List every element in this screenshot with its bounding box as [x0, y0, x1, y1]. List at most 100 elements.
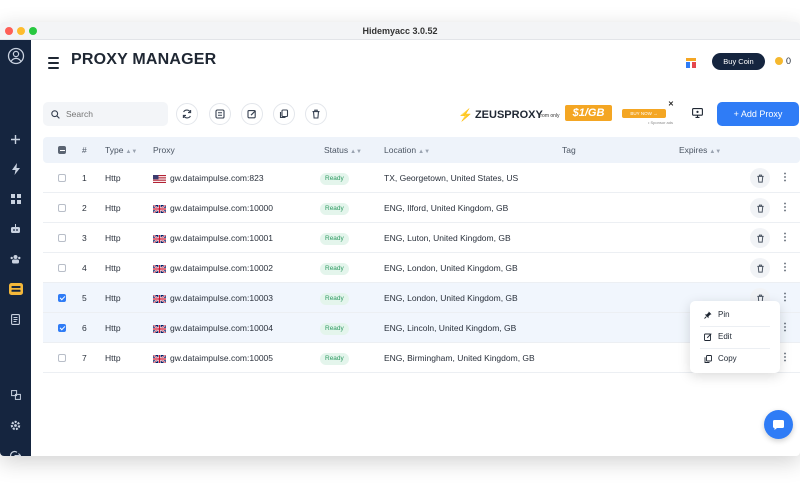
row-proxy: gw.dataimpulse.com:10005: [153, 343, 273, 373]
row-more-button[interactable]: ⋮: [779, 343, 791, 373]
pin-icon: [704, 311, 712, 319]
search-icon: [51, 109, 60, 119]
row-more-button[interactable]: ⋮: [779, 193, 791, 223]
row-more-button[interactable]: ⋮: [779, 253, 791, 283]
refresh-button[interactable]: [176, 103, 198, 125]
row-delete-button[interactable]: [750, 258, 770, 278]
col-location-label: Location: [384, 145, 417, 155]
table-header: # Type ▲▼ Proxy Status ▲▼ Location ▲▼ Tag E…: [43, 137, 800, 163]
row-number: 7: [82, 353, 87, 363]
trash-icon: [756, 174, 765, 183]
row-status: Ready: [320, 253, 349, 283]
table-row[interactable]: 4 Http gw.dataimpulse.com:10002 Ready ENG, L…: [43, 253, 800, 283]
coin-count: 0: [786, 56, 792, 66]
avatar-icon[interactable]: [4, 46, 27, 66]
trash-icon: [312, 109, 320, 119]
plus-icon[interactable]: [4, 130, 27, 148]
coin-balance: 0: [775, 56, 791, 66]
app-window: Hidemyacc 3.0.52 PROXY MANAGER Buy Coin …: [0, 22, 800, 456]
col-expires[interactable]: Expires ▲▼: [679, 137, 721, 165]
monitor-icon: [691, 108, 703, 118]
menu-item-copy[interactable]: Copy: [690, 348, 780, 370]
buy-coin-button[interactable]: Buy Coin: [712, 53, 765, 70]
row-delete-button[interactable]: [750, 198, 770, 218]
row-number: 3: [82, 233, 87, 243]
col-type[interactable]: Type ▲▼: [105, 137, 137, 165]
row-checkbox[interactable]: [58, 324, 66, 332]
menu-icon[interactable]: [48, 57, 59, 72]
team-icon[interactable]: [4, 250, 27, 268]
table-row[interactable]: 6 Http gw.dataimpulse.com:10004 Ready ENG, L…: [43, 313, 800, 343]
row-type: Http: [105, 353, 121, 363]
row-more-button[interactable]: ⋮: [779, 313, 791, 343]
col-location[interactable]: Location ▲▼: [384, 137, 430, 165]
col-status[interactable]: Status ▲▼: [324, 137, 362, 165]
sponsor-ad-banner[interactable]: ⚡ ZEUSPROXY from only $1/GB BUY NOW → • …: [458, 100, 680, 128]
maximize-window-button[interactable]: [29, 27, 37, 35]
lightning-icon[interactable]: [4, 160, 27, 178]
close-window-button[interactable]: [5, 27, 13, 35]
row-more-button[interactable]: ⋮: [779, 163, 791, 193]
row-number: 6: [82, 323, 87, 333]
table-row[interactable]: 2 Http gw.dataimpulse.com:10000 Ready ENG, I…: [43, 193, 800, 223]
uk-flag-icon: [153, 293, 170, 303]
status-badge: Ready: [320, 262, 349, 275]
proxy-icon[interactable]: [3, 280, 28, 298]
table-row[interactable]: 5 Http gw.dataimpulse.com:10003 Ready ENG, L…: [43, 283, 800, 313]
copy-icon: [704, 355, 712, 363]
ad-buy-now-button[interactable]: BUY NOW →: [622, 109, 666, 118]
logout-icon[interactable]: [4, 446, 27, 456]
menu-item-pin[interactable]: Pin: [690, 304, 780, 326]
monitor-button[interactable]: [687, 103, 707, 123]
row-checkbox[interactable]: [58, 294, 66, 302]
ad-price: $1/GB: [565, 105, 612, 121]
ad-sponsor-label: • Sponsor ads: [648, 120, 673, 125]
minimize-window-button[interactable]: [17, 27, 25, 35]
sort-icon: ▲▼: [709, 149, 722, 155]
col-proxy: Proxy: [153, 145, 175, 155]
row-proxy: gw.dataimpulse.com:10003: [153, 283, 273, 313]
titlebar: Hidemyacc 3.0.52: [0, 22, 800, 40]
row-delete-button[interactable]: [750, 168, 770, 188]
col-type-label: Type: [105, 145, 124, 155]
ad-close-icon[interactable]: ✕: [668, 100, 674, 108]
row-status: Ready: [320, 283, 349, 313]
us-flag-icon: [153, 173, 170, 183]
sync-icon[interactable]: [4, 386, 27, 404]
page-header: PROXY MANAGER Buy Coin 0: [31, 40, 800, 80]
row-proxy-address: gw.dataimpulse.com:10003: [170, 293, 274, 303]
row-checkbox[interactable]: [58, 174, 66, 182]
uk-flag-icon: [153, 203, 170, 213]
row-delete-button[interactable]: [750, 228, 770, 248]
search-input[interactable]: [66, 109, 156, 119]
select-all-checkbox[interactable]: [58, 146, 66, 154]
ad-brand: ⚡ ZEUSPROXY: [458, 108, 543, 122]
row-checkbox[interactable]: [58, 204, 66, 212]
import-button[interactable]: [209, 103, 231, 125]
support-chat-button[interactable]: [764, 410, 793, 439]
copy-button[interactable]: [273, 103, 295, 125]
settings-icon[interactable]: [4, 416, 27, 434]
row-checkbox[interactable]: [58, 234, 66, 242]
table-row[interactable]: 3 Http gw.dataimpulse.com:10001 Ready ENG, L…: [43, 223, 800, 253]
buy-coin-label: Buy Coin: [723, 57, 754, 66]
edit-icon: [704, 333, 712, 341]
row-location: ENG, London, United Kingdom, GB: [384, 263, 518, 273]
row-checkbox[interactable]: [58, 354, 66, 362]
edit-button[interactable]: [241, 103, 263, 125]
table-row[interactable]: 7 Http gw.dataimpulse.com:10005 Ready ENG, B…: [43, 343, 800, 373]
grid-icon[interactable]: [4, 190, 27, 208]
document-icon[interactable]: [4, 310, 27, 328]
status-badge: Ready: [320, 172, 349, 185]
menu-item-edit-label: Edit: [718, 332, 732, 341]
row-more-button[interactable]: ⋮: [779, 223, 791, 253]
row-more-button[interactable]: ⋮: [779, 283, 791, 313]
search-box[interactable]: [43, 102, 168, 126]
trash-icon: [756, 234, 765, 243]
menu-item-edit[interactable]: Edit: [690, 326, 780, 348]
table-row[interactable]: 1 Http gw.dataimpulse.com:823 Ready TX, Geor…: [43, 163, 800, 193]
delete-button[interactable]: [305, 103, 327, 125]
robot-icon[interactable]: [4, 220, 27, 238]
add-proxy-button[interactable]: + Add Proxy: [717, 102, 799, 126]
row-checkbox[interactable]: [58, 264, 66, 272]
